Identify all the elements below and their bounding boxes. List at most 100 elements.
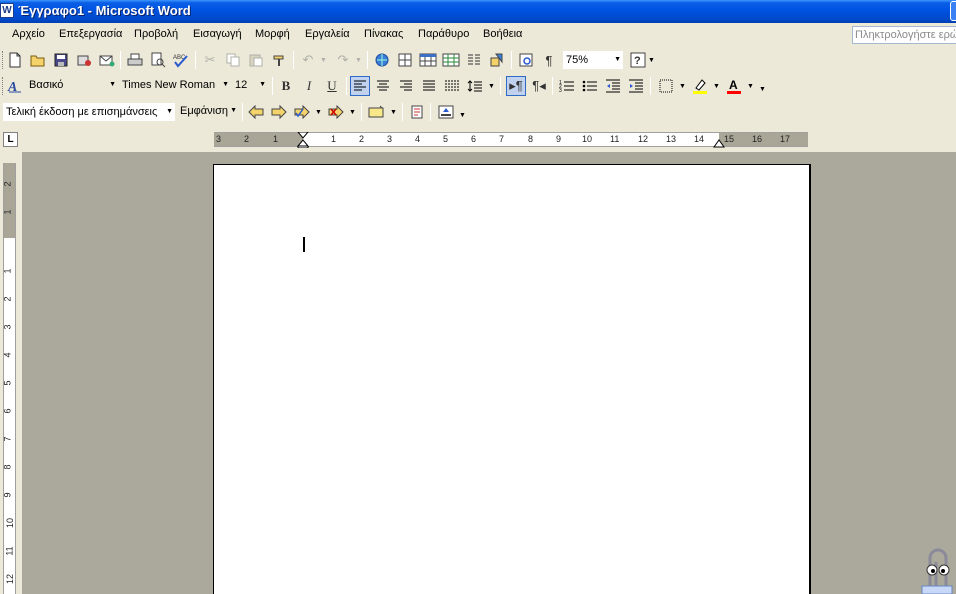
chevron-down-icon[interactable]: ▼ [747, 83, 754, 90]
ruler-number: 3 [2, 324, 13, 330]
undo-dropdown-icon[interactable]: ▼ [320, 57, 327, 64]
chevron-down-icon[interactable]: ▼ [230, 107, 237, 114]
toolbar-options-icon[interactable]: ▼ [459, 112, 466, 119]
highlight-icon[interactable] [690, 76, 710, 96]
bullets-icon[interactable] [580, 76, 600, 96]
indent-marker-icon[interactable] [297, 132, 309, 148]
paste-icon[interactable] [246, 50, 266, 70]
menu-table[interactable]: Πίνακας [364, 28, 403, 40]
menu-format[interactable]: Μορφή [255, 28, 290, 40]
chevron-down-icon[interactable]: ▼ [614, 56, 621, 63]
redo-icon[interactable]: ↷ [333, 50, 353, 70]
chevron-down-icon[interactable]: ▼ [222, 81, 229, 88]
save-icon[interactable] [51, 50, 71, 70]
chevron-down-icon[interactable]: ▼ [488, 83, 495, 90]
hyperlink-icon[interactable] [372, 50, 392, 70]
print-preview-icon[interactable] [148, 50, 168, 70]
minimize-button[interactable] [950, 1, 956, 21]
chevron-down-icon[interactable]: ▼ [166, 108, 173, 115]
copy-icon[interactable] [223, 50, 243, 70]
permission-icon[interactable] [74, 50, 94, 70]
align-right-button[interactable] [396, 76, 416, 96]
chevron-down-icon[interactable]: ▼ [713, 83, 720, 90]
chevron-down-icon[interactable]: ▼ [679, 83, 686, 90]
toolbar-options-icon[interactable]: ▼ [759, 86, 766, 93]
menu-tools[interactable]: Εργαλεία [305, 28, 350, 40]
line-spacing-icon[interactable] [465, 76, 485, 96]
previous-change-icon[interactable] [246, 102, 266, 122]
vertical-ruler[interactable]: 2 1 1 2 3 4 5 6 7 8 9 10 11 12 [3, 163, 16, 594]
print-icon[interactable] [125, 50, 145, 70]
ltr-direction-icon[interactable]: ▸¶ [506, 76, 526, 96]
show-menu-button[interactable]: Εμφάνιση ▼ [177, 102, 239, 122]
font-size-combo[interactable]: 12 ▼ [232, 76, 268, 96]
chevron-down-icon[interactable]: ▼ [315, 109, 322, 116]
chevron-down-icon[interactable]: ▼ [648, 57, 655, 64]
email-icon[interactable] [97, 50, 117, 70]
chevron-down-icon[interactable]: ▼ [349, 109, 356, 116]
spelling-icon[interactable]: ABC [171, 50, 191, 70]
menu-window[interactable]: Παράθυρο [418, 28, 469, 40]
reject-change-icon[interactable] [326, 102, 346, 122]
open-folder-icon[interactable] [28, 50, 48, 70]
font-combo[interactable]: Times New Roman ▼ [119, 76, 231, 96]
accept-change-icon[interactable] [292, 102, 312, 122]
redo-dropdown-icon[interactable]: ▼ [355, 57, 362, 64]
toolbar-separator [346, 77, 347, 95]
distributed-button[interactable] [442, 76, 462, 96]
insert-excel-icon[interactable] [441, 50, 461, 70]
insert-table-icon[interactable] [418, 50, 438, 70]
ask-question-box[interactable]: Πληκτρολογήστε ερώτηση [852, 26, 956, 44]
right-indent-marker-icon[interactable] [713, 138, 725, 148]
underline-button[interactable]: U [322, 76, 342, 96]
next-change-icon[interactable] [269, 102, 289, 122]
undo-icon[interactable]: ↶ [298, 50, 318, 70]
zoom-combo[interactable]: 75% ▼ [562, 50, 624, 70]
borders-icon[interactable] [656, 76, 676, 96]
ruler-number: 6 [471, 134, 477, 144]
style-combo[interactable]: Βασικό ▼ [26, 76, 118, 96]
chevron-down-icon[interactable]: ▼ [390, 109, 397, 116]
ruler-number: 1 [2, 268, 13, 274]
chevron-down-icon[interactable]: ▼ [259, 81, 266, 88]
document-page[interactable] [213, 164, 811, 594]
columns-icon[interactable] [464, 50, 484, 70]
tab-selector[interactable]: L [3, 132, 18, 147]
tables-borders-icon[interactable] [395, 50, 415, 70]
menu-insert[interactable]: Εισαγωγή [193, 28, 242, 40]
format-painter-icon[interactable] [269, 50, 289, 70]
horizontal-ruler[interactable]: 3 2 1 1 2 3 4 5 6 7 8 9 10 11 12 13 14 1… [214, 132, 808, 148]
formatting-toolbar: A Βασικό ▼ Times New Roman ▼ 12 ▼ B I U … [0, 73, 956, 99]
menu-help[interactable]: Βοήθεια [483, 28, 522, 40]
drawing-icon[interactable] [487, 50, 507, 70]
ruler-number: 2 [2, 181, 13, 187]
menu-edit[interactable]: Επεξεργασία [59, 28, 122, 40]
rtl-direction-icon[interactable]: ¶◂ [529, 76, 549, 96]
ruler-number: 4 [2, 352, 13, 358]
reviewing-pane-icon[interactable] [436, 102, 456, 122]
cut-icon[interactable]: ✂ [200, 50, 220, 70]
ruler-number: 12 [638, 134, 649, 144]
italic-button[interactable]: I [299, 76, 319, 96]
help-icon[interactable]: ? [628, 50, 648, 70]
word-app-icon[interactable]: W [0, 3, 14, 18]
align-left-button[interactable] [350, 76, 370, 96]
decrease-indent-icon[interactable] [603, 76, 623, 96]
chevron-down-icon[interactable]: ▼ [109, 81, 116, 88]
font-color-icon[interactable]: A [724, 76, 744, 96]
align-center-button[interactable] [373, 76, 393, 96]
document-map-icon[interactable] [516, 50, 536, 70]
menu-file[interactable]: Αρχείο [12, 28, 45, 40]
justify-button[interactable] [419, 76, 439, 96]
bold-button[interactable]: B [276, 76, 296, 96]
increase-indent-icon[interactable] [626, 76, 646, 96]
styles-formatting-icon[interactable]: A [5, 76, 25, 96]
insert-comment-icon[interactable] [367, 102, 387, 122]
menu-view[interactable]: Προβολή [134, 28, 178, 40]
new-document-icon[interactable] [5, 50, 25, 70]
display-mode-combo[interactable]: Τελική έκδοση με επισημάνσεις ▼ [2, 102, 176, 122]
show-hide-formatting-icon[interactable]: ¶ [539, 50, 559, 70]
numbering-icon[interactable]: 123 [557, 76, 577, 96]
track-changes-icon[interactable] [407, 102, 427, 122]
office-assistant-icon[interactable] [920, 546, 954, 594]
